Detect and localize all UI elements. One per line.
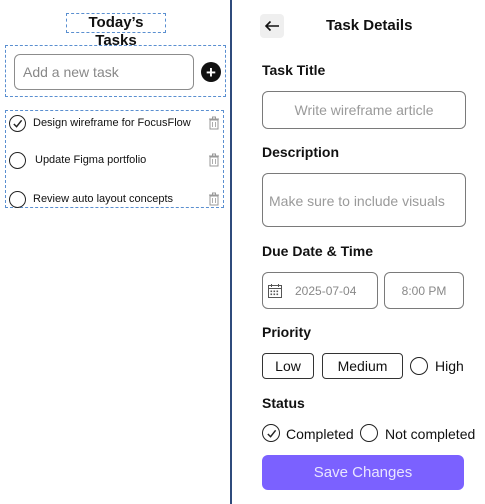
back-button[interactable]: [260, 14, 284, 38]
priority-medium-button[interactable]: Medium: [322, 353, 403, 379]
task-checkbox[interactable]: [9, 151, 26, 169]
tasks-panel: Today’s Tasks + Design wireframe for Foc…: [0, 0, 232, 504]
due-date-label: Due Date & Time: [262, 243, 373, 259]
status-completed-radio[interactable]: [262, 424, 280, 442]
list-item[interactable]: Update Figma portfolio: [6, 148, 225, 172]
task-label: Review auto layout concepts: [33, 193, 174, 205]
due-date-field[interactable]: 2025-07-04: [262, 272, 378, 309]
status-not-completed-radio[interactable]: [360, 424, 378, 442]
task-list: Design wireframe for FocusFlow Update Fi…: [5, 110, 224, 208]
add-task-button[interactable]: +: [201, 62, 221, 82]
task-checkbox[interactable]: [9, 114, 26, 132]
priority-high-radio[interactable]: [410, 357, 428, 375]
trash-icon[interactable]: [207, 153, 221, 167]
priority-medium-label: Medium: [337, 358, 388, 374]
page-title: Today’s Tasks: [66, 13, 166, 49]
task-label: Design wireframe for FocusFlow: [33, 117, 191, 129]
save-changes-button[interactable]: Save Changes: [262, 455, 464, 490]
task-title-input[interactable]: [262, 91, 466, 129]
arrow-left-icon: [264, 20, 279, 32]
check-icon: [13, 119, 23, 128]
task-checkbox[interactable]: [9, 190, 26, 208]
list-item[interactable]: Review auto layout concepts: [6, 187, 225, 211]
priority-low-button[interactable]: Low: [262, 353, 314, 379]
task-details-panel: Task Details Task Title Description Due …: [236, 0, 485, 504]
status-not-completed-label: Not completed: [385, 426, 476, 442]
priority-label: Priority: [262, 324, 312, 340]
description-label: Description: [262, 144, 340, 160]
list-item[interactable]: Design wireframe for FocusFlow: [6, 111, 225, 135]
trash-icon[interactable]: [207, 192, 221, 206]
check-icon: [266, 429, 276, 438]
status-completed-label: Completed: [286, 426, 354, 442]
due-time-value: 8:00 PM: [401, 283, 447, 298]
plus-icon: +: [206, 62, 216, 82]
due-date-value: 2025-07-04: [295, 283, 357, 298]
add-task-input[interactable]: [14, 54, 194, 90]
status-label: Status: [262, 395, 305, 411]
priority-low-label: Low: [275, 358, 301, 374]
due-time-field[interactable]: 8:00 PM: [384, 272, 464, 309]
trash-icon[interactable]: [207, 116, 221, 130]
description-input[interactable]: [262, 173, 466, 227]
priority-high-label: High: [435, 358, 464, 374]
add-task-row: +: [5, 45, 226, 97]
details-title: Task Details: [326, 17, 413, 34]
calendar-icon: [268, 283, 282, 298]
save-changes-label: Save Changes: [313, 464, 413, 481]
task-title-label: Task Title: [262, 62, 326, 78]
task-label: Update Figma portfolio: [35, 154, 147, 166]
